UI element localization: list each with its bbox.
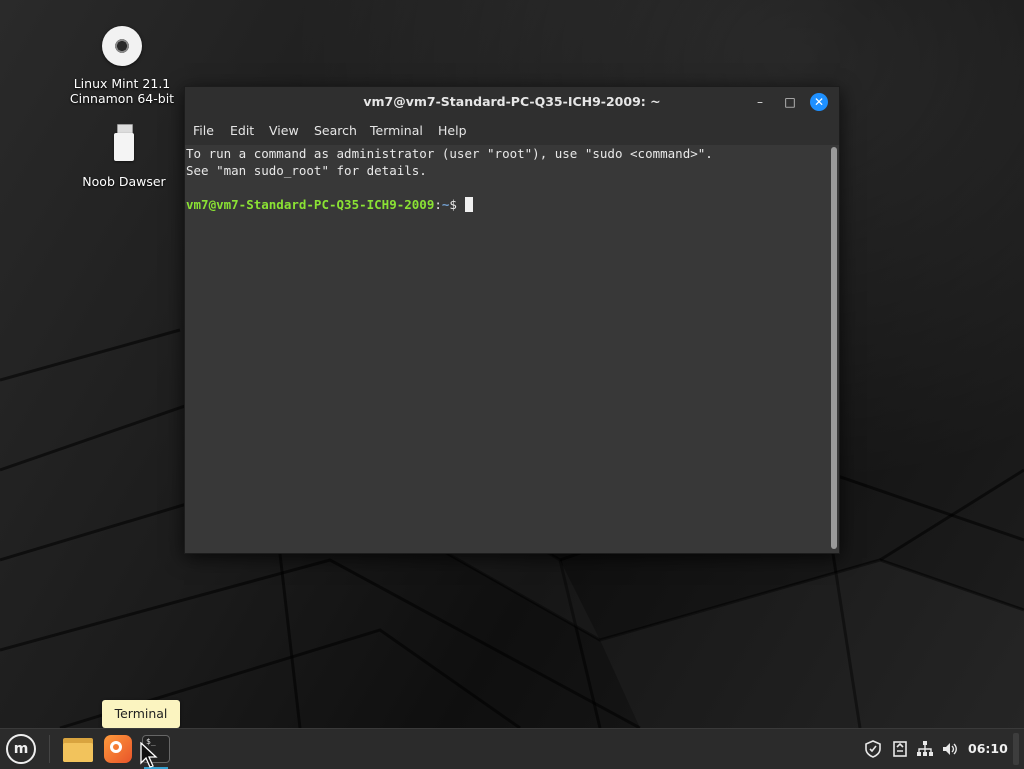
menu-help[interactable]: Help: [438, 117, 467, 145]
window-title: vm7@vm7-Standard-PC-Q35-ICH9-2009: ~: [363, 94, 661, 109]
files-launcher[interactable]: [62, 733, 94, 765]
tooltip: Terminal: [102, 700, 180, 728]
prompt-user-host: vm7@vm7-Standard-PC-Q35-ICH9-2009: [186, 197, 435, 212]
desktop-icon-label: Linux Mint 21.1: [73, 76, 171, 91]
menu-search[interactable]: Search: [314, 117, 357, 145]
minimize-button[interactable]: –: [751, 93, 769, 111]
usb-drive-icon: [102, 124, 146, 168]
show-desktop-button[interactable]: [1013, 733, 1019, 765]
scrollbar[interactable]: [829, 145, 839, 553]
network-icon[interactable]: [916, 740, 934, 758]
mint-logo-icon: m: [6, 734, 36, 764]
menu-terminal[interactable]: Terminal: [370, 117, 423, 145]
menu-file[interactable]: File: [193, 117, 214, 145]
text-cursor: [464, 197, 473, 212]
taskbar-separator: [49, 735, 50, 763]
maximize-button[interactable]: □: [781, 93, 799, 111]
shield-icon[interactable]: [864, 740, 882, 758]
menu-edit[interactable]: Edit: [230, 117, 254, 145]
start-menu-button[interactable]: m: [6, 734, 36, 764]
desktop-icon-label: Cinnamon 64-bit: [69, 91, 175, 106]
clock[interactable]: 06:10: [968, 729, 1008, 769]
volume-icon[interactable]: [941, 740, 959, 758]
terminal-output[interactable]: To run a command as administrator (user …: [185, 145, 829, 553]
close-button[interactable]: ✕: [810, 93, 828, 111]
desktop-icon-linux-mint[interactable]: Linux Mint 21.1 Cinnamon 64-bit: [62, 24, 182, 106]
prompt-symbol: $: [449, 197, 457, 212]
mouse-pointer-icon: [140, 742, 158, 768]
terminal-line: See "man sudo_root" for details.: [186, 163, 427, 178]
desktop-icon-label: Noob Dawser: [82, 174, 166, 189]
desktop-icon-noob-dawser[interactable]: Noob Dawser: [64, 124, 184, 189]
terminal-window[interactable]: vm7@vm7-Standard-PC-Q35-ICH9-2009: ~ – □…: [184, 86, 840, 554]
disc-icon: [100, 26, 144, 70]
prompt-separator: :: [434, 197, 442, 212]
menu-bar: File Edit View Search Terminal Help: [185, 117, 839, 145]
scrollbar-thumb[interactable]: [831, 147, 837, 549]
menu-view[interactable]: View: [269, 117, 299, 145]
terminal-prompt: vm7@vm7-Standard-PC-Q35-ICH9-2009:~$: [186, 196, 473, 213]
terminal-line: To run a command as administrator (user …: [186, 146, 713, 161]
window-titlebar[interactable]: vm7@vm7-Standard-PC-Q35-ICH9-2009: ~ – □…: [185, 87, 839, 117]
clipboard-icon[interactable]: [891, 740, 909, 758]
firefox-launcher[interactable]: [102, 733, 134, 765]
